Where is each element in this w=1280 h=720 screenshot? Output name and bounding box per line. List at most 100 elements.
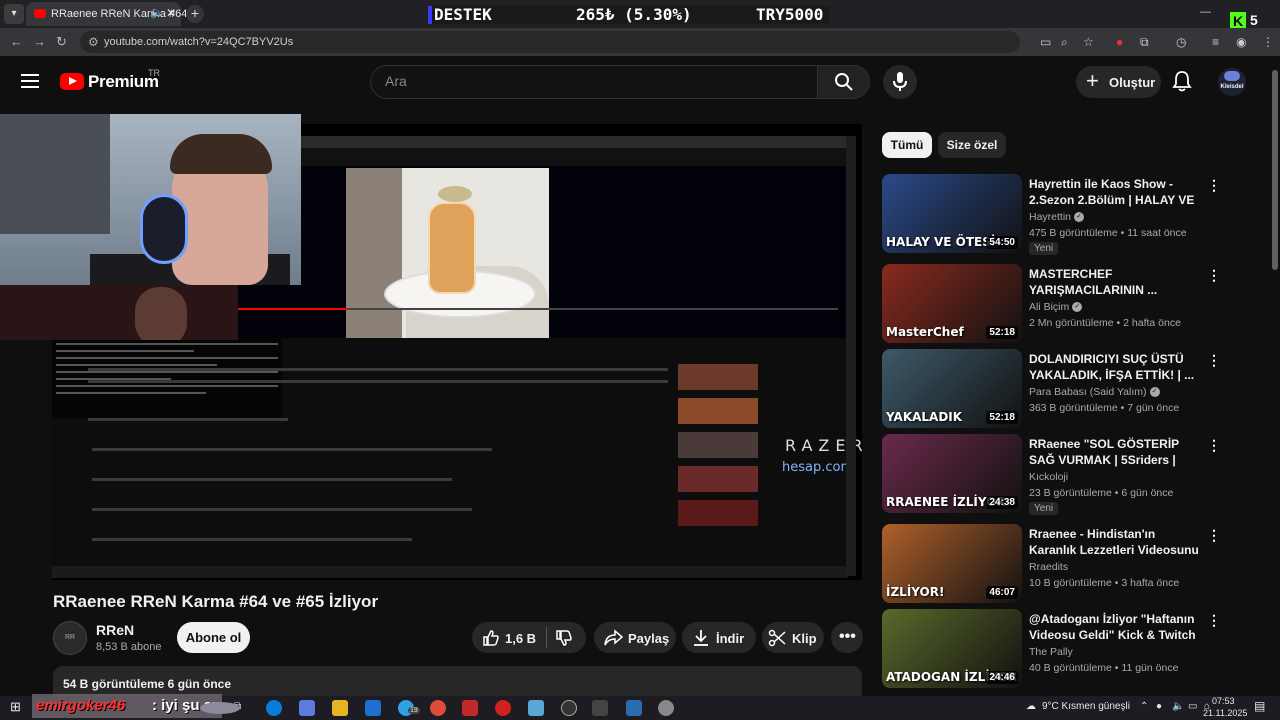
description-box[interactable]: 54 B görüntüleme 6 gün önce	[53, 666, 862, 696]
more-actions-button[interactable]: •••	[831, 622, 863, 653]
recommendation-title[interactable]: DOLANDIRICIYI SUÇ ÜSTÜ YAKALADIK, İFŞA E…	[1029, 351, 1201, 383]
create-button[interactable]: + Oluştur	[1076, 66, 1161, 98]
more-vert-icon[interactable]: ⋮	[1207, 267, 1221, 284]
video-thumbnail[interactable]: ATADOGAN İZLİYOR 24:46	[882, 609, 1022, 688]
clock-time[interactable]: 07:53	[1212, 696, 1235, 706]
menu-icon[interactable]	[21, 74, 39, 88]
address-bar[interactable]: ⚙ youtube.com/watch?v=24QC7BYV2Us	[80, 31, 1020, 53]
video-thumbnail[interactable]: RRAENEE İZLİYOR 24:38	[882, 434, 1022, 513]
history-icon[interactable]: ◷	[1176, 35, 1186, 49]
zoom-icon[interactable]: ⌕	[1061, 35, 1068, 50]
copilot-icon[interactable]	[299, 700, 315, 716]
search-box[interactable]	[370, 65, 818, 99]
minimize-button[interactable]: —	[1200, 6, 1211, 18]
profile-icon[interactable]: ◉	[1236, 35, 1246, 49]
new-badge: Yeni	[1029, 502, 1059, 515]
recommendation-channel[interactable]: Para Babası (Said Yalım) ✓	[1029, 386, 1160, 398]
tray-app-icon[interactable]: ●	[1156, 701, 1162, 712]
notes-icon[interactable]	[528, 700, 544, 716]
notifications-button[interactable]	[1172, 70, 1192, 97]
search-input[interactable]	[385, 73, 785, 89]
reload-icon[interactable]: ↻	[56, 34, 67, 50]
thumbnail-caption: MasterChef	[886, 325, 964, 339]
youtube-logo-icon[interactable]	[60, 73, 84, 90]
windows-start-icon[interactable]: ⊞	[10, 699, 21, 715]
like-count[interactable]: 1,6 B	[505, 631, 536, 646]
mouse-app-icon[interactable]	[658, 700, 674, 716]
recommendation-channel[interactable]: Rraedits	[1029, 561, 1068, 573]
recommendation-card[interactable]: İZLİYOR! 46:07 Rraenee - Hindistan'ın Kara…	[882, 524, 1222, 604]
browser-tab[interactable]: RRaenee RReN Karma #64 🔈 ✕	[26, 2, 187, 26]
video-thumbnail[interactable]: İZLİYOR! 46:07	[882, 524, 1022, 603]
recommendation-channel[interactable]: Hayrettin ✓	[1029, 211, 1085, 223]
obs-icon[interactable]	[561, 700, 577, 716]
page-scroll-thumb[interactable]	[1272, 70, 1278, 270]
more-vert-icon[interactable]: ⋮	[1207, 612, 1221, 629]
video-thumbnail[interactable]: YAKALADIK 52:18	[882, 349, 1022, 428]
recommendation-channel[interactable]: Kıckoloji	[1029, 471, 1068, 483]
extensions-icon[interactable]: ⧉	[1140, 35, 1149, 50]
weather-text[interactable]: 9°C Kısmen güneşli	[1042, 701, 1130, 712]
tray-chevron-icon[interactable]: ⌃	[1140, 701, 1148, 712]
extension-red-icon[interactable]: ●	[1116, 35, 1123, 49]
tab-search-icon[interactable]: ▾	[4, 4, 24, 24]
recommendation-card[interactable]: YAKALADIK 52:18 DOLANDIRICIYI SUÇ ÜSTÜ YAK…	[882, 349, 1222, 429]
thumbs-up-icon[interactable]	[482, 629, 500, 647]
recommendation-title[interactable]: Hayrettin ile Kaos Show - 2.Sezon 2.Bölü…	[1029, 176, 1201, 208]
more-vert-icon[interactable]: ⋮	[1207, 177, 1221, 194]
secondary-webcam	[0, 285, 238, 340]
recommendation-title[interactable]: MASTERCHEF YARIŞMACILARININ ...	[1029, 266, 1201, 298]
channel-text: Hayrettin	[1029, 211, 1072, 223]
display-icon[interactable]: ▭	[1188, 701, 1197, 712]
chrome-icon[interactable]	[430, 700, 446, 716]
back-icon[interactable]: ←	[10, 34, 23, 49]
new-tab-button[interactable]: +	[186, 5, 204, 23]
obs-dock-icon[interactable]	[462, 700, 478, 716]
display-settings-icon[interactable]	[626, 700, 642, 716]
chip-all[interactable]: Tümü	[882, 132, 932, 158]
voice-search-button[interactable]	[883, 65, 917, 99]
video-thumbnail[interactable]: HALAY VE ÖTESİ 54:50	[882, 174, 1022, 253]
recommendation-title[interactable]: @Atadoganı İzliyor "Haftanın Videosu Gel…	[1029, 611, 1201, 643]
subscribe-button[interactable]: Abone ol	[177, 622, 250, 653]
outlook-icon[interactable]	[365, 700, 381, 716]
download-button[interactable]: İndir	[682, 622, 756, 653]
search-button[interactable]	[817, 65, 870, 99]
forward-icon[interactable]: →	[33, 34, 46, 49]
browser-menu-icon[interactable]: ⋮	[1262, 35, 1274, 49]
tab-close-icon[interactable]: ✕	[166, 6, 176, 20]
recommendation-channel[interactable]: The Pally	[1029, 646, 1073, 658]
video-duration: 46:07	[986, 586, 1018, 599]
edge-icon[interactable]	[266, 700, 282, 716]
reading-list-icon[interactable]: ≡	[1212, 35, 1219, 49]
clip-button[interactable]: Klip	[762, 622, 824, 653]
thumbs-down-icon[interactable]	[555, 629, 573, 647]
channel-name[interactable]: RReN	[96, 622, 134, 638]
site-info-icon[interactable]: ⚙	[88, 35, 99, 49]
speaker-icon[interactable]: 🔈	[150, 6, 164, 19]
clock-date[interactable]: 21.11.2025	[1203, 708, 1247, 718]
video-thumbnail[interactable]: MasterChef 52:18	[882, 264, 1022, 343]
bookmark-star-icon[interactable]: ☆	[1083, 35, 1094, 49]
volume-icon[interactable]: 🔈	[1172, 701, 1184, 712]
more-vert-icon[interactable]: ⋮	[1207, 437, 1221, 454]
notification-center-icon[interactable]: ▤	[1254, 699, 1265, 713]
recommendation-card[interactable]: ATADOGAN İZLİYOR 24:46 @Atadoganı İzliyor …	[882, 609, 1222, 689]
more-vert-icon[interactable]: ⋮	[1207, 527, 1221, 544]
account-avatar[interactable]: Kleisdel	[1218, 68, 1246, 96]
chip-for-you[interactable]: Size özel	[938, 132, 1006, 158]
more-vert-icon[interactable]: ⋮	[1207, 352, 1221, 369]
opera-icon[interactable]	[495, 700, 511, 716]
file-explorer-icon[interactable]	[332, 700, 348, 716]
recommendation-card[interactable]: RRAENEE İZLİYOR 24:38 RRaenee "SOL GÖSTERİ…	[882, 434, 1222, 515]
recommendation-title[interactable]: Rraenee - Hindistan'ın Karanlık Lezzetle…	[1029, 526, 1201, 558]
channel-avatar[interactable]: RR	[53, 621, 87, 655]
kick-app-icon[interactable]	[592, 700, 608, 716]
weather-icon[interactable]: ☁	[1026, 701, 1036, 712]
share-button[interactable]: Paylaş	[594, 622, 676, 653]
recommendation-card[interactable]: MasterChef 52:18 MASTERCHEF YARIŞMACILARIN…	[882, 264, 1222, 344]
cast-icon[interactable]: ▭	[1040, 35, 1051, 49]
recommendation-title[interactable]: RRaenee "SOL GÖSTERİP SAĞ VURMAK | 5Srid…	[1029, 436, 1201, 468]
recommendation-card[interactable]: HALAY VE ÖTESİ 54:50 Hayrettin ile Kaos Sh…	[882, 174, 1222, 255]
recommendation-channel[interactable]: Ali Biçim ✓	[1029, 301, 1083, 313]
